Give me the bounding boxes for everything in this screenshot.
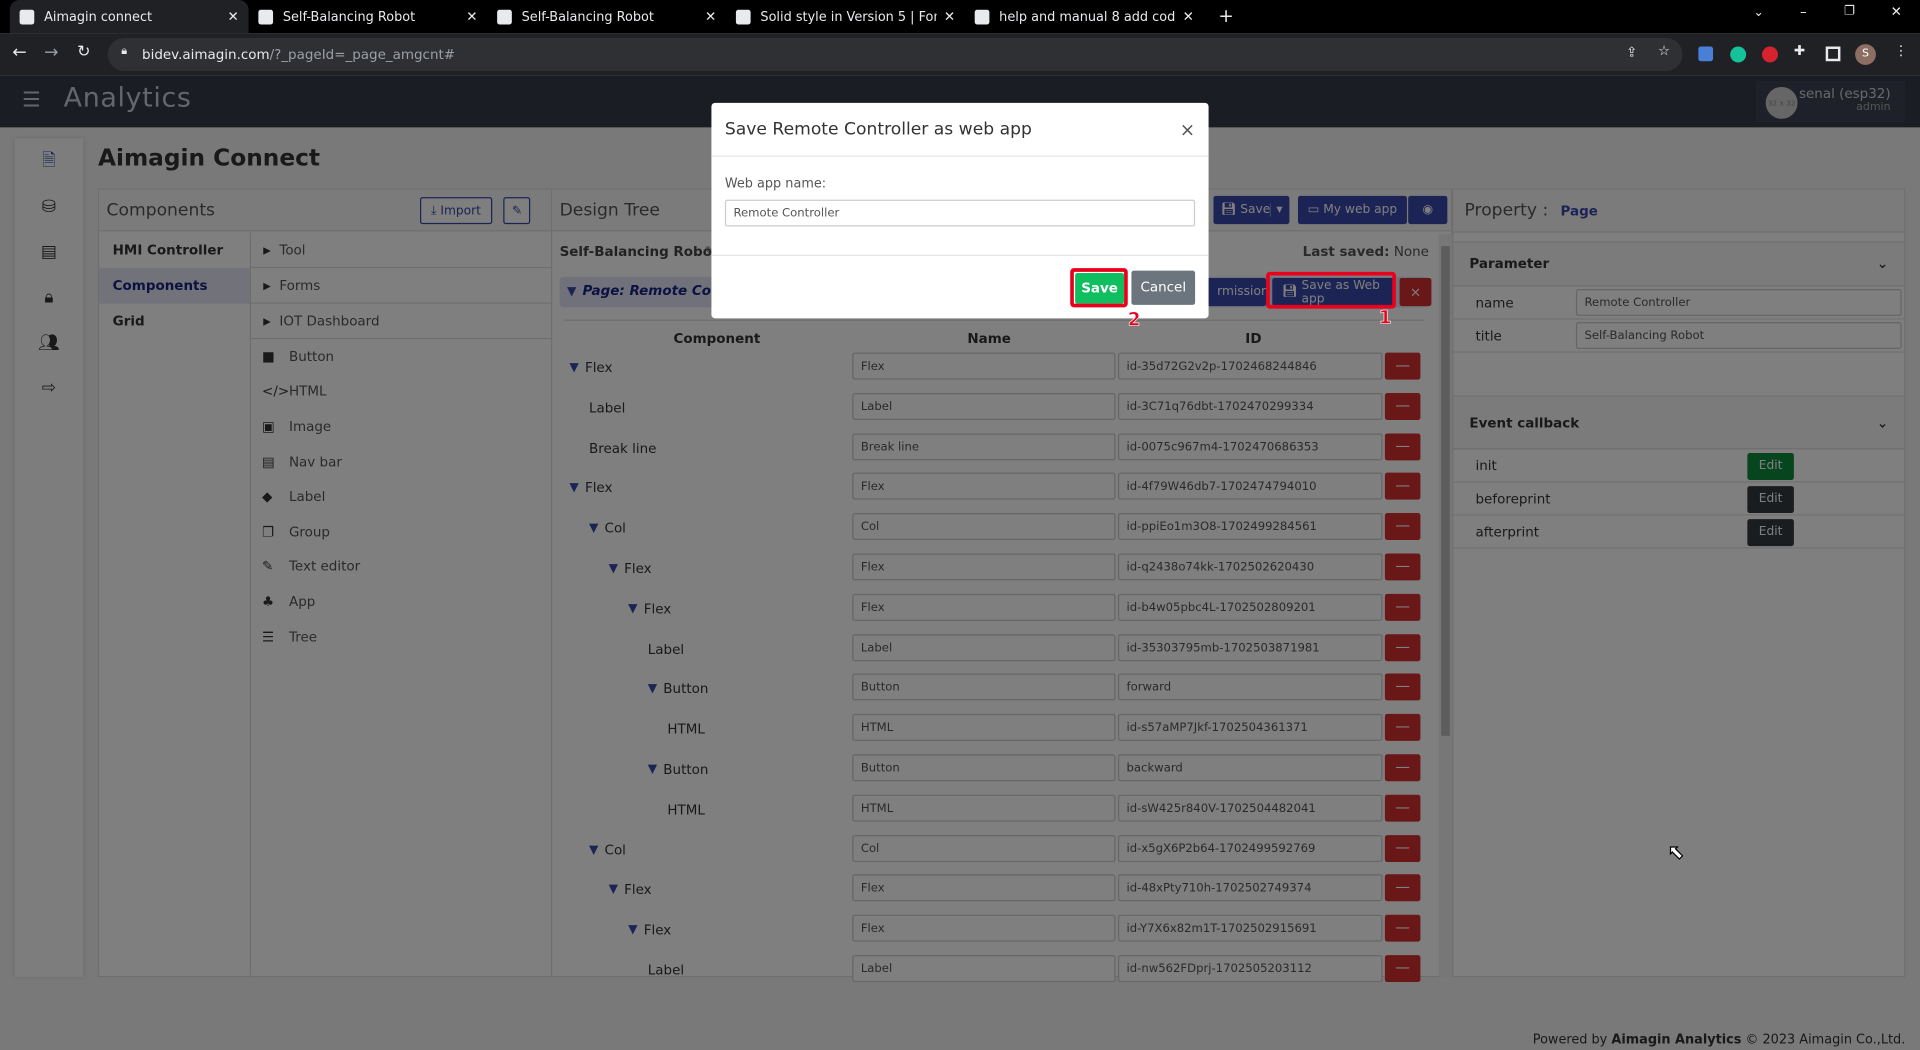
close-window-button[interactable]: ✕ — [1891, 4, 1902, 20]
translate-extension-icon[interactable] — [1698, 46, 1714, 62]
browser-tab[interactable]: Solid style in Version 5 | Font Aw ✕ — [726, 0, 965, 33]
forward-icon[interactable]: → — [44, 43, 58, 63]
favicon-icon — [497, 9, 512, 24]
favicon-icon — [974, 9, 990, 24]
mouse-cursor-icon: ⬉ — [1667, 839, 1685, 864]
highlight-box-save-as-web-app — [1266, 271, 1396, 309]
close-icon[interactable]: ✕ — [944, 9, 955, 25]
close-icon[interactable]: × — [1180, 118, 1195, 140]
close-icon[interactable]: ✕ — [705, 9, 716, 25]
browser-tab[interactable]: Self-Balancing Robot ✕ — [249, 0, 488, 33]
modal-header: Save Remote Controller as web app × — [711, 103, 1209, 157]
adblock-extension-icon[interactable] — [1762, 46, 1778, 63]
browser-tab[interactable]: help and manual 8 add code - G ✕ — [965, 0, 1204, 33]
browser-tab-strip: Aimagin connect ✕ Self-Balancing Robot ✕ Sel… — [0, 0, 1920, 34]
tab-title: Self-Balancing Robot — [282, 9, 416, 24]
extensions-puzzle-icon[interactable]: ✚ — [1794, 43, 1805, 59]
favicon-icon — [735, 9, 751, 24]
star-icon[interactable]: ☆ — [1658, 43, 1670, 59]
url-path: /?_pageId=_page_amgcnt# — [269, 46, 456, 63]
web-app-name-label: Web app name: — [724, 176, 827, 192]
modal-cancel-button[interactable]: Cancel — [1131, 270, 1196, 305]
save-web-app-modal: Save Remote Controller as web app × Web … — [711, 102, 1209, 319]
url-input[interactable]: 🔒︎ bidev.aimagin.com/?_pageId=_page_amgc… — [107, 37, 1683, 72]
browser-tab[interactable]: Aimagin connect ✕ — [9, 0, 249, 34]
profile-avatar[interactable]: S — [1855, 44, 1876, 65]
share-icon[interactable]: ⇪ — [1626, 44, 1637, 60]
side-panel-icon[interactable] — [1825, 46, 1841, 62]
close-icon[interactable]: ✕ — [1183, 9, 1194, 25]
menu-kebab-icon[interactable]: ⋮ — [1894, 43, 1907, 59]
annotation-step-2: 2 — [1127, 308, 1141, 331]
restore-button[interactable]: ❐ — [1844, 5, 1855, 18]
lock-icon: 🔒︎ — [121, 45, 128, 58]
tab-search-icon[interactable]: ⌄ — [1753, 6, 1763, 19]
new-tab-button[interactable]: + — [1218, 5, 1233, 27]
url-host: bidev.aimagin.com — [142, 46, 270, 63]
tab-title: help and manual 8 add code - G — [999, 9, 1176, 24]
tab-title: Solid style in Version 5 | Font Aw — [760, 9, 936, 24]
modal-title: Save Remote Controller as web app — [724, 119, 1032, 139]
favicon-icon — [19, 9, 35, 24]
grammarly-extension-icon[interactable] — [1730, 46, 1747, 63]
close-icon[interactable]: ✕ — [227, 9, 238, 25]
tab-title: Aimagin connect — [44, 9, 153, 24]
reload-icon[interactable]: ↻ — [77, 43, 90, 61]
highlight-box-save — [1070, 268, 1128, 308]
tab-title: Self-Balancing Robot — [521, 9, 654, 24]
browser-tab[interactable]: Self-Balancing Robot ✕ — [487, 0, 726, 33]
annotation-step-1: 1 — [1378, 306, 1392, 329]
close-icon[interactable]: ✕ — [466, 9, 477, 25]
back-icon[interactable]: ← — [12, 43, 26, 63]
favicon-icon — [258, 9, 274, 24]
web-app-name-input[interactable]: Remote Controller — [724, 199, 1196, 227]
minimize-button[interactable]: – — [1800, 4, 1807, 20]
address-bar: ← → ↻ 🔒︎ bidev.aimagin.com/?_pageId=_pag… — [0, 33, 1920, 76]
